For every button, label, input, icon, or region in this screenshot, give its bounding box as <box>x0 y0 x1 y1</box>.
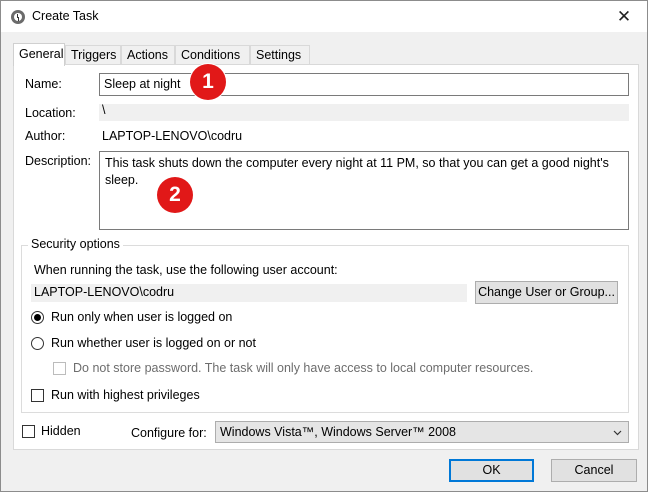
configure-for-value: Windows Vista™, Windows Server™ 2008 <box>220 425 456 439</box>
chevron-down-icon <box>613 430 622 436</box>
do-not-store-password-label: Do not store password. The task will onl… <box>73 361 534 375</box>
ok-button[interactable]: OK <box>449 459 534 482</box>
close-icon[interactable]: ✕ <box>607 5 641 29</box>
highest-privileges-checkbox[interactable] <box>31 389 44 402</box>
author-value: LAPTOP-LENOVO\codru <box>102 129 243 143</box>
location-value: \ <box>102 103 106 117</box>
cancel-button[interactable]: Cancel <box>551 459 637 482</box>
hidden-checkbox[interactable] <box>22 425 35 438</box>
user-account-prompt: When running the task, use the following… <box>34 263 338 277</box>
run-whether-logged-on-radio[interactable] <box>31 337 44 350</box>
run-only-logged-on-radio[interactable] <box>31 311 44 324</box>
window-title: Create Task <box>32 9 99 23</box>
configure-for-label: Configure for: <box>131 426 207 440</box>
security-options-title: Security options <box>28 237 123 251</box>
location-value-field <box>99 104 629 121</box>
tab-triggers[interactable]: Triggers <box>65 45 121 65</box>
location-label: Location: <box>25 106 76 120</box>
general-tab-panel: Name: Sleep at night Location: \ Author:… <box>13 64 639 450</box>
name-label: Name: <box>25 77 62 91</box>
name-field[interactable]: Sleep at night <box>99 73 629 96</box>
annotation-badge-2: 2 <box>157 177 193 213</box>
tab-actions[interactable]: Actions <box>121 45 175 65</box>
do-not-store-password-checkbox[interactable] <box>53 362 66 375</box>
run-whether-logged-on-label[interactable]: Run whether user is logged on or not <box>51 336 256 350</box>
create-task-window: Create Task ✕ General Triggers Actions C… <box>0 0 648 492</box>
change-user-or-group-button[interactable]: Change User or Group... <box>475 281 618 304</box>
hidden-label[interactable]: Hidden <box>41 424 81 438</box>
highest-privileges-label[interactable]: Run with highest privileges <box>51 388 200 402</box>
tab-conditions[interactable]: Conditions <box>175 45 250 65</box>
configure-for-dropdown[interactable]: Windows Vista™, Windows Server™ 2008 <box>215 421 629 443</box>
author-label: Author: <box>25 129 66 143</box>
tab-settings[interactable]: Settings <box>250 45 310 65</box>
annotation-badge-1: 1 <box>190 64 226 100</box>
run-only-logged-on-label[interactable]: Run only when user is logged on <box>51 310 232 324</box>
title-bar: Create Task ✕ <box>1 1 647 32</box>
tab-general[interactable]: General <box>13 43 65 66</box>
task-scheduler-clock-icon <box>11 10 25 24</box>
description-label: Description: <box>25 154 91 168</box>
user-account-value: LAPTOP-LENOVO\codru <box>34 285 175 299</box>
